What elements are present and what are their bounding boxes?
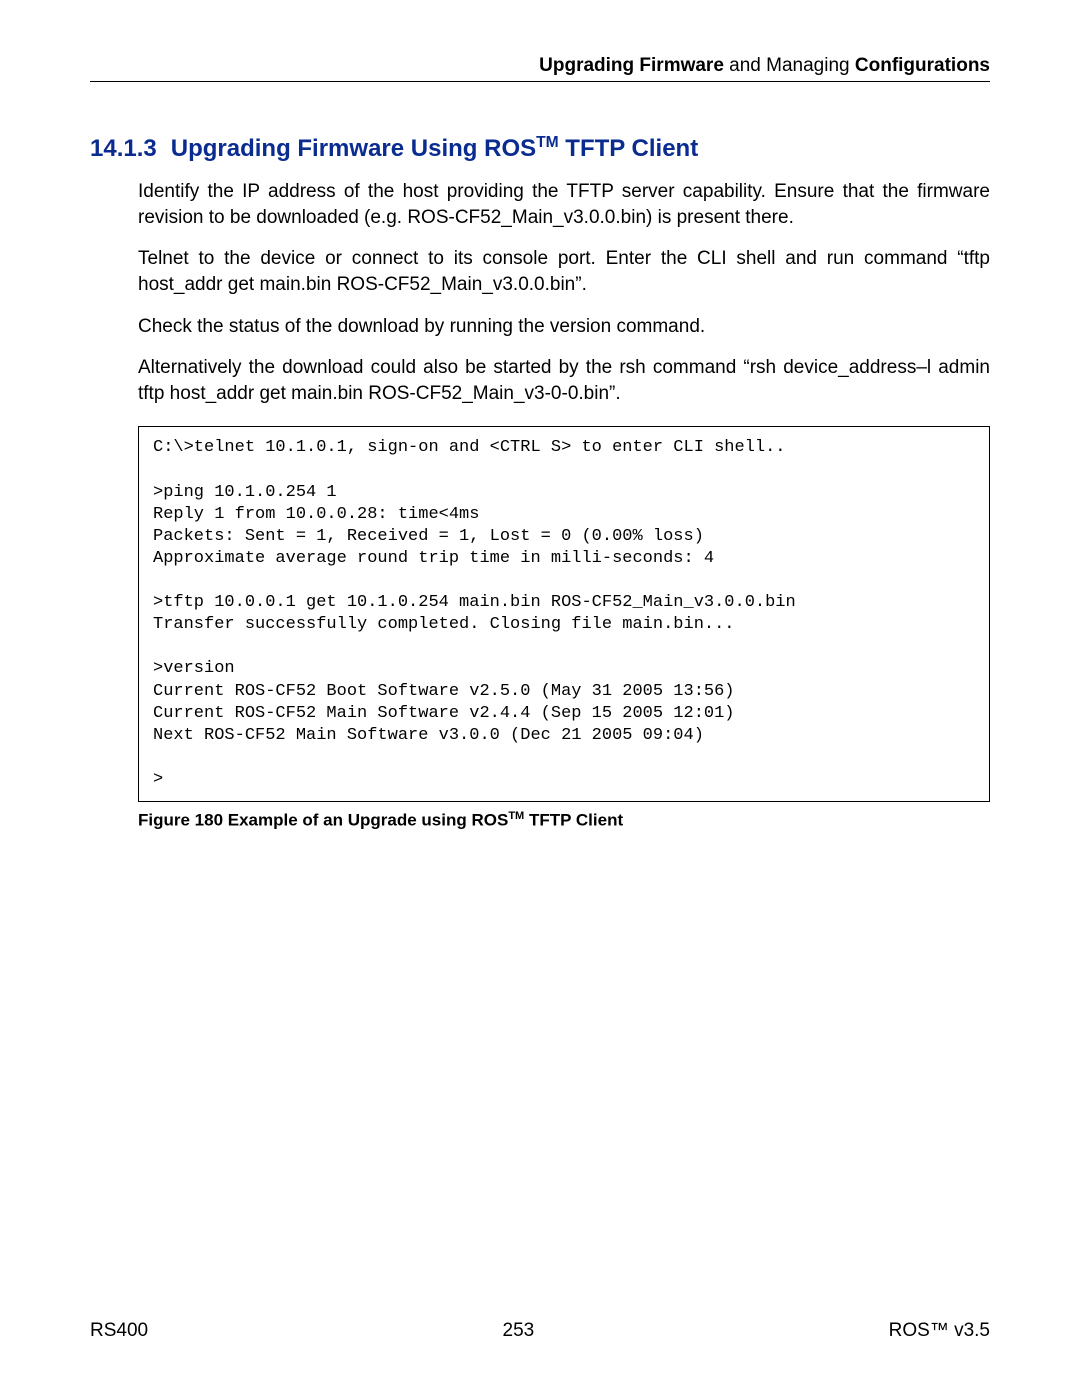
paragraph-3: Check the status of the download by runn… xyxy=(138,314,990,340)
header-bold-2: Configurations xyxy=(855,55,990,76)
tm-icon: TM xyxy=(536,134,559,151)
paragraph-2: Telnet to the device or connect to its c… xyxy=(138,246,990,297)
code-block: C:\>telnet 10.1.0.1, sign-on and <CTRL S… xyxy=(138,426,990,802)
page-header: Upgrading Firmware and Managing Configur… xyxy=(90,55,990,82)
footer-right: ROS™ v3.5 xyxy=(889,1320,990,1342)
page-footer: RS400 253 ROS™ v3.5 xyxy=(90,1320,990,1342)
document-page: Upgrading Firmware and Managing Configur… xyxy=(0,0,1080,1397)
footer-page-number: 253 xyxy=(503,1320,535,1342)
paragraph-1: Identify the IP address of the host prov… xyxy=(138,179,990,230)
tm-icon: TM xyxy=(508,810,524,822)
section-number: 14.1.3 xyxy=(90,135,157,163)
section-title-after-tm: TFTP Client xyxy=(559,135,699,162)
figure-caption: Figure 180 Example of an Upgrade using R… xyxy=(138,810,990,831)
figure-caption-after-tm: TFTP Client xyxy=(524,811,623,830)
header-bold-1: Upgrading Firmware xyxy=(539,55,724,76)
paragraph-4: Alternatively the download could also be… xyxy=(138,355,990,406)
header-text-middle: and Managing xyxy=(724,55,855,76)
section-heading: 14.1.3 Upgrading Firmware Using ROSTM TFT… xyxy=(90,134,990,163)
footer-left: RS400 xyxy=(90,1320,148,1342)
section-title-before-tm: Upgrading Firmware Using ROS xyxy=(171,135,536,162)
figure-caption-before-tm: Figure 180 Example of an Upgrade using R… xyxy=(138,811,508,830)
